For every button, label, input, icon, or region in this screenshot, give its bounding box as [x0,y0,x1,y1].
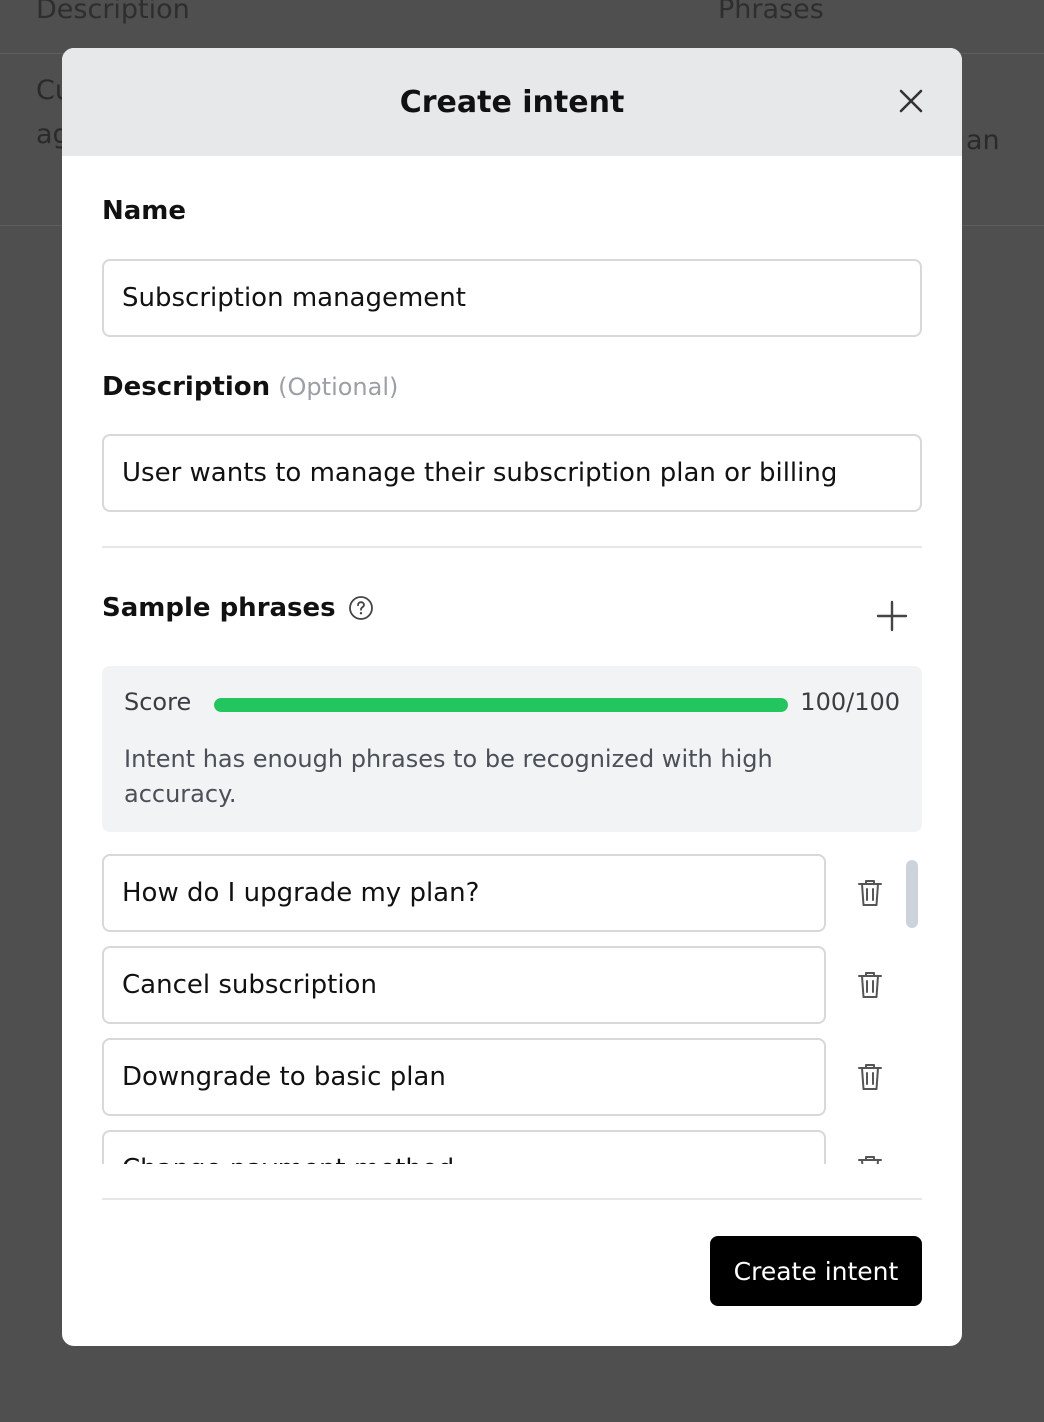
phrase-row [102,946,922,1024]
phrases-scrollbar[interactable] [906,860,918,928]
create-intent-dialog: Create intent Name Description(Optional)… [62,48,962,1346]
score-progress-fill [214,698,788,712]
description-input[interactable] [102,434,922,512]
phrase-row [102,854,922,932]
delete-phrase-button[interactable] [856,1061,884,1093]
phrase-input[interactable] [102,1038,826,1116]
background-cell-fragment: an [966,125,1000,156]
dialog-header: Create intent [62,48,962,156]
sample-phrases-heading: Sample phrases [102,593,374,623]
phrase-row [102,1038,922,1116]
sample-phrases-label: Sample phrases [102,593,336,623]
trash-icon [858,1064,882,1090]
delete-phrase-button[interactable] [856,1153,884,1164]
score-label: Score [124,688,192,716]
description-label-text: Description [102,372,271,402]
trash-icon [858,972,882,998]
help-circle-icon[interactable] [348,595,374,621]
footer-divider [102,1198,922,1200]
dialog-title: Create intent [399,84,625,120]
phrase-row [102,1130,922,1164]
phrase-input[interactable] [102,1130,826,1164]
optional-hint: (Optional) [278,373,399,401]
description-label: Description (Optional) [102,372,398,402]
score-progress-bar [214,698,788,712]
score-card: Score 100/100 Intent has enough phrases … [102,666,922,832]
phrases-list [102,854,922,1164]
delete-phrase-button[interactable] [856,877,884,909]
add-phrase-button[interactable] [874,598,910,634]
close-button[interactable] [896,86,926,116]
section-divider [102,546,922,548]
trash-icon [858,880,882,906]
background-table-header: Description Phrases [0,0,1044,54]
trash-icon [858,1156,882,1164]
create-intent-button[interactable]: Create intent [710,1236,922,1306]
background-column-description: Description [36,0,190,25]
name-input[interactable] [102,259,922,337]
plus-icon [876,600,908,632]
score-value: 100/100 [800,688,900,716]
background-column-phrases: Phrases [718,0,824,25]
score-message: Intent has enough phrases to be recogniz… [124,745,773,808]
delete-phrase-button[interactable] [856,969,884,1001]
name-label: Name [102,196,187,226]
phrase-input[interactable] [102,946,826,1024]
close-icon [899,89,923,113]
phrase-input[interactable] [102,854,826,932]
